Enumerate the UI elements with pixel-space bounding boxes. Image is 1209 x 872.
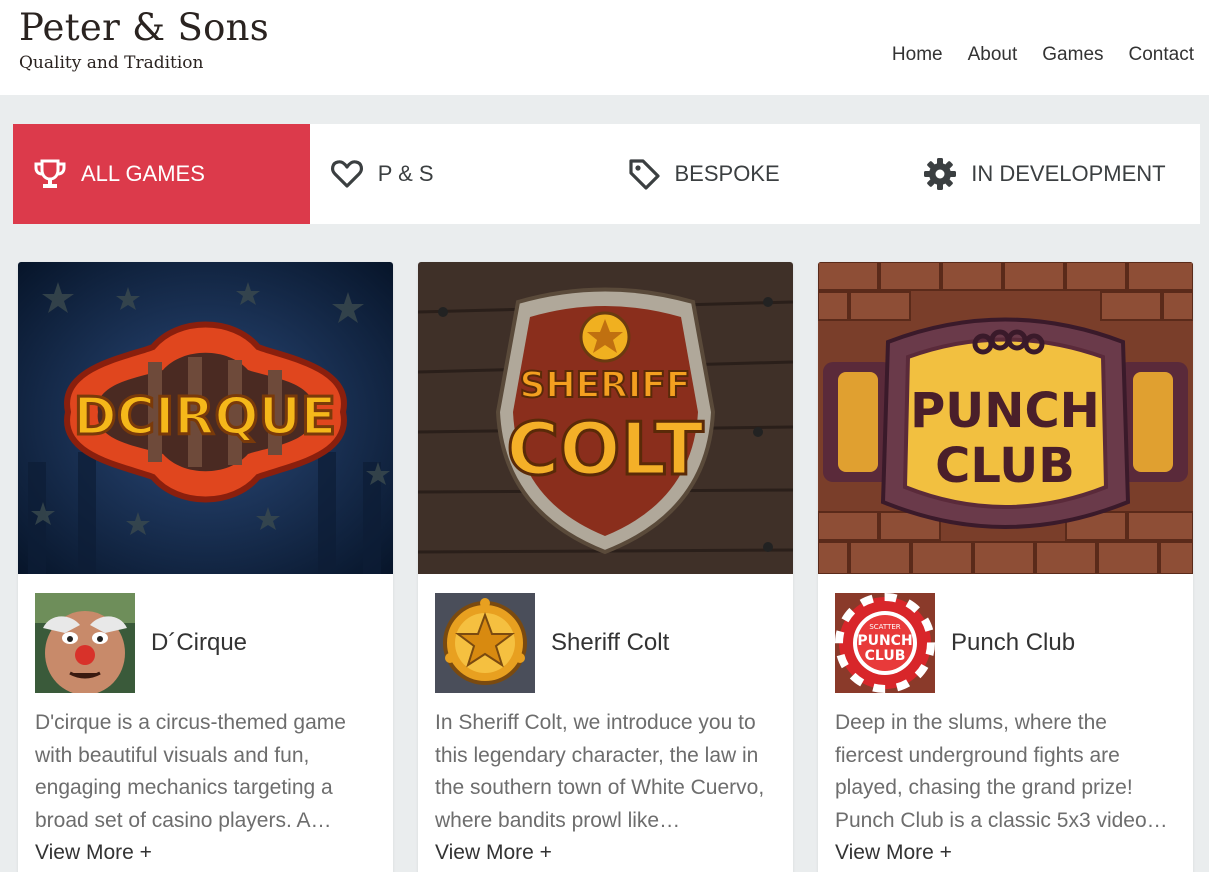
filter-label: BESPOKE [674,161,780,186]
game-icon-sheriff-colt [435,593,535,693]
filter-ps[interactable]: P & S [310,124,607,224]
filter-label: IN DEVELOPMENT [971,161,1166,186]
game-banner-sheriff-colt[interactable]: SHERIFF COLT [418,262,793,574]
nav-games[interactable]: Games [1042,43,1103,67]
main-nav: Home About Games Contact [867,43,1194,67]
game-banner-text-line2: COLT [506,407,703,491]
nav-contact[interactable]: Contact [1129,43,1194,67]
view-more-link[interactable]: View More + [435,841,552,865]
trophy-icon [33,157,67,191]
brand-title: Peter & Sons [19,6,270,49]
brand-logo[interactable]: Peter & Sons Quality and Tradition [19,6,269,74]
brand-tagline: Quality and Tradition [19,53,204,73]
heart-icon [330,157,364,191]
game-description: D'cirque is a circus-themed game with be… [35,711,346,832]
game-title[interactable]: Sheriff Colt [551,629,669,657]
game-card-dcirque[interactable]: DCIRQUE D´Cirque D'cirque is a circus-th… [18,262,393,872]
game-card-punch-club[interactable]: PUNCH CLUB SCATTER PUNCH CLUB Punch Club… [818,262,1193,872]
nav-about[interactable]: About [968,43,1018,67]
gear-icon [923,157,957,191]
thumb-text: PUNCH [857,633,912,649]
game-title[interactable]: D´Cirque [151,629,247,657]
site-header: Peter & Sons Quality and Tradition Home … [0,0,1209,95]
thumb-text: SCATTER [869,623,900,631]
view-more-link[interactable]: View More + [835,841,952,865]
game-banner-dcirque[interactable]: DCIRQUE [18,262,393,574]
game-banner-text: DCIRQUE [74,387,337,447]
filter-label: ALL GAMES [81,161,205,186]
game-filter-bar: ALL GAMES P & S BESPOKE IN DEVELOPMENT [13,124,1200,224]
filter-all-games[interactable]: ALL GAMES [13,124,310,224]
filter-in-development[interactable]: IN DEVELOPMENT [903,124,1200,224]
game-banner-punch-club[interactable]: PUNCH CLUB [818,262,1193,574]
nav-home[interactable]: Home [892,43,943,67]
filter-label: P & S [377,161,434,186]
game-description: Deep in the slums, where the fiercest un… [835,711,1168,832]
view-more-link[interactable]: View More + [35,841,152,865]
filter-bespoke[interactable]: BESPOKE [607,124,904,224]
game-icon-punch-club: SCATTER PUNCH CLUB [835,593,935,693]
game-title[interactable]: Punch Club [951,629,1075,657]
game-banner-text-line1: SHERIFF [520,365,691,406]
game-icon-dcirque [35,593,135,693]
game-card-sheriff-colt[interactable]: SHERIFF COLT Sheriff Colt In Sheriff Col… [418,262,793,872]
tag-icon [627,157,661,191]
game-banner-text-line1: PUNCH [910,383,1100,439]
game-banner-text-line2: CLUB [935,438,1075,494]
thumb-text: CLUB [865,648,906,664]
game-description: In Sheriff Colt, we introduce you to thi… [435,711,765,832]
